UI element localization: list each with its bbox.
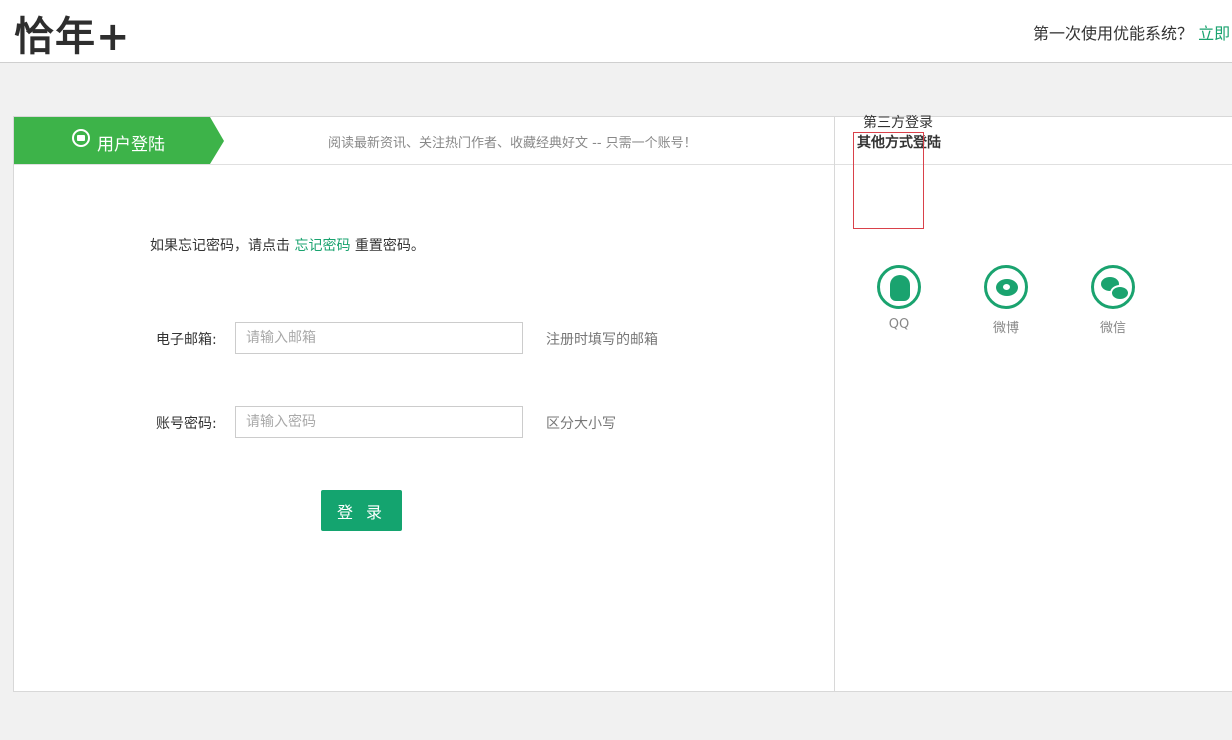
register-question: 第一次使用优能系统？ xyxy=(1033,24,1194,43)
weibo-login[interactable]: 微博 xyxy=(976,265,1036,336)
qq-login[interactable]: QQ xyxy=(869,265,929,332)
forgot-suffix: 重置密码。 xyxy=(354,238,425,254)
register-link[interactable]: 立即 xyxy=(1198,24,1230,43)
tab-user-login-label: 用户登陆 xyxy=(97,135,165,155)
email-field[interactable] xyxy=(235,322,523,354)
envelope-icon xyxy=(72,129,90,147)
panel-divider xyxy=(834,117,835,691)
register-prompt: 第一次使用优能系统？ 立即 xyxy=(1033,20,1230,44)
password-field[interactable] xyxy=(235,406,523,438)
login-panel: 用户登陆 阅读最新资讯、关注热门作者、收藏经典好文 -- 只需一个账号！ 其他方… xyxy=(13,116,1232,692)
third-party-login-label: 第三方登录 xyxy=(863,115,933,131)
forgot-prefix: 如果忘记密码，请点击 xyxy=(150,238,290,254)
wechat-login[interactable]: 微信 xyxy=(1083,265,1143,336)
forgot-password-link[interactable]: 忘记密码 xyxy=(294,238,350,254)
login-header: 用户登陆 阅读最新资讯、关注热门作者、收藏经典好文 -- 只需一个账号！ xyxy=(14,117,834,165)
top-bar: 恰年+ 第一次使用优能系统？ 立即 xyxy=(0,0,1232,63)
site-logo[interactable]: 恰年+ xyxy=(14,4,131,62)
wechat-label: 微信 xyxy=(1099,321,1126,336)
qq-highlight-box xyxy=(853,132,924,229)
qq-icon xyxy=(877,265,921,309)
qq-label: QQ xyxy=(888,317,910,332)
password-label: 账号密码: xyxy=(156,416,217,432)
weibo-label: 微博 xyxy=(992,321,1019,336)
forgot-password-notice: 如果忘记密码，请点击 忘记密码 重置密码。 xyxy=(150,235,425,255)
slogan: 阅读最新资讯、关注热门作者、收藏经典好文 -- 只需一个账号！ xyxy=(328,136,697,151)
login-button[interactable]: 登 录 xyxy=(321,490,402,531)
wechat-icon xyxy=(1091,265,1135,309)
email-hint: 注册时填写的邮箱 xyxy=(546,332,658,348)
weibo-icon xyxy=(984,265,1028,309)
password-hint: 区分大小写 xyxy=(546,416,616,432)
tab-user-login[interactable]: 用户登陆 xyxy=(14,117,224,164)
email-label: 电子邮箱: xyxy=(156,332,217,348)
